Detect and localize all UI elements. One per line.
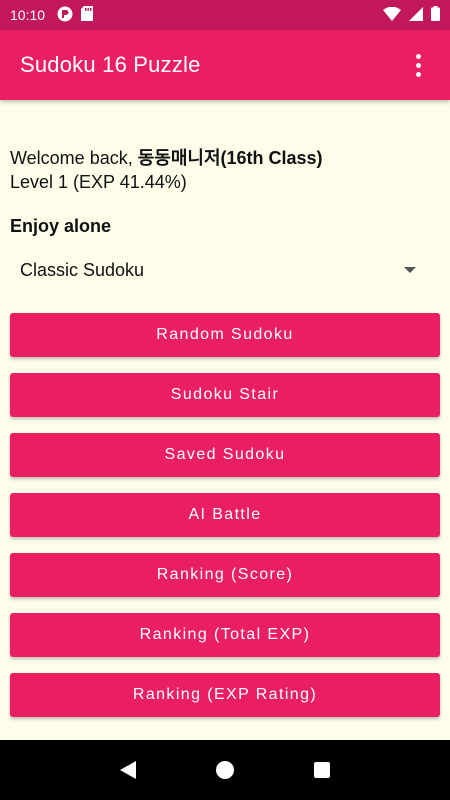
signal-icon bbox=[409, 6, 423, 24]
username: 동동매니저(16th Class) bbox=[137, 148, 323, 168]
selected-mode: Classic Sudoku bbox=[20, 259, 145, 280]
status-time: 10:10 bbox=[10, 7, 46, 23]
ai-battle-button[interactable]: AI Battle bbox=[10, 493, 440, 537]
dropdown-arrow-icon bbox=[404, 267, 416, 273]
recent-apps-icon[interactable] bbox=[314, 762, 330, 778]
mode-dropdown[interactable]: Classic Sudoku bbox=[10, 255, 440, 285]
saved-sudoku-button[interactable]: Saved Sudoku bbox=[10, 433, 440, 477]
level-info: Level 1 (EXP 41.44%) bbox=[10, 172, 187, 192]
sudoku-stair-button[interactable]: Sudoku Stair bbox=[10, 373, 440, 417]
status-icons-right bbox=[383, 6, 440, 24]
app-bar: Sudoku 16 Puzzle bbox=[0, 30, 450, 100]
welcome-message: Welcome back, 동동매니저(16th Class) bbox=[10, 146, 440, 170]
home-icon[interactable] bbox=[216, 761, 234, 779]
status-bar: 10:10 bbox=[0, 0, 450, 30]
welcome-prefix: Welcome back, bbox=[10, 148, 138, 168]
app-title: Sudoku 16 Puzzle bbox=[20, 52, 201, 77]
battery-icon bbox=[431, 6, 440, 24]
overflow-menu-icon[interactable] bbox=[406, 45, 430, 85]
main-content: Welcome back, 동동매니저(16th Class) Level 1 … bbox=[10, 146, 440, 285]
wifi-icon bbox=[383, 6, 401, 24]
section-title-solo: Enjoy alone bbox=[10, 216, 112, 236]
back-icon[interactable] bbox=[120, 761, 136, 779]
ranking-total-exp-button[interactable]: Ranking (Total EXP) bbox=[10, 613, 440, 657]
app-notification-icon bbox=[57, 6, 73, 25]
random-sudoku-button[interactable]: Random Sudoku bbox=[10, 313, 440, 357]
navigation-bar bbox=[0, 740, 450, 800]
ranking-exp-rating-button[interactable]: Ranking (EXP Rating) bbox=[10, 673, 440, 717]
ranking-score-button[interactable]: Ranking (Score) bbox=[10, 553, 440, 597]
sd-card-icon bbox=[81, 6, 94, 24]
action-buttons: Random Sudoku Sudoku Stair Saved Sudoku … bbox=[10, 313, 440, 733]
